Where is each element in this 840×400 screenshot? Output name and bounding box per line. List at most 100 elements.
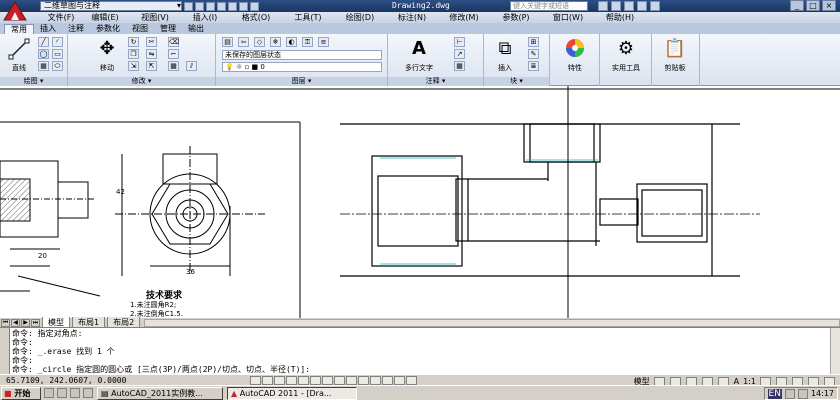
utilities-button[interactable]: ⚙ 实用工具: [606, 37, 646, 75]
move-button[interactable]: ✥ 移动: [90, 37, 124, 75]
ie-icon[interactable]: [57, 388, 67, 398]
line-button[interactable]: 直线: [2, 37, 36, 75]
plot-icon[interactable]: [250, 1, 259, 11]
tab-output[interactable]: 输出: [182, 24, 210, 34]
workspace-select[interactable]: 二维草图与注释 ▾: [40, 1, 182, 11]
layer-state-select[interactable]: 未保存的图层状态: [222, 50, 382, 60]
layer-lock-icon[interactable]: ⚿: [302, 37, 313, 47]
annotation-panel-title[interactable]: 注释 ▾: [388, 77, 483, 86]
close-icon[interactable]: ×: [822, 0, 836, 11]
tab-parametric[interactable]: 参数化: [90, 24, 126, 34]
next-layout-icon[interactable]: ▶: [21, 318, 30, 327]
layer-off-icon[interactable]: ◐: [286, 37, 297, 47]
maximize-icon[interactable]: □: [806, 0, 820, 11]
save-as-icon[interactable]: [217, 1, 226, 11]
trim-icon[interactable]: ✂: [146, 37, 157, 47]
drawing-canvas[interactable]: 20 42 36 技术要求 1.未注圆角R2; 2.未注倒角C1.5.: [0, 86, 840, 318]
layer-select[interactable]: 💡 ☼ ▫ ■ 0: [222, 62, 382, 72]
polyline-icon[interactable]: ╱: [38, 37, 49, 47]
layer-isolate-icon[interactable]: ◇: [254, 37, 265, 47]
menu-parametric[interactable]: 参数(P): [490, 12, 542, 23]
start-button[interactable]: ■ 开始: [1, 386, 41, 400]
tab-view[interactable]: 视图: [126, 24, 154, 34]
search-input[interactable]: 键入关键字或短语: [510, 1, 588, 11]
tab-annotate[interactable]: 注释: [62, 24, 90, 34]
volume-icon[interactable]: [784, 388, 795, 399]
tab-insert[interactable]: 插入: [34, 24, 62, 34]
clipboard-button[interactable]: 📋 剪贴板: [658, 37, 692, 75]
help-icon[interactable]: [650, 1, 660, 11]
media-player-icon[interactable]: [70, 388, 80, 398]
search-icon[interactable]: [598, 1, 608, 11]
layer-match-icon[interactable]: ≡: [318, 37, 329, 47]
communication-icon[interactable]: [624, 1, 634, 11]
block-panel-title[interactable]: 块 ▾: [484, 77, 549, 86]
insert-block-button[interactable]: ⧉ 插入: [488, 37, 522, 75]
erase-icon[interactable]: ⌫: [168, 37, 179, 47]
menu-modify[interactable]: 修改(M): [438, 12, 490, 23]
command-window-grip[interactable]: [0, 328, 10, 375]
command-input[interactable]: 命令: _circle 指定圆的圆心或 [三点(3P)/两点(2P)/切点、切点…: [12, 365, 827, 374]
favorites-icon[interactable]: [637, 1, 647, 11]
edit-attribute-icon[interactable]: ≣: [528, 61, 539, 71]
layer-properties-icon[interactable]: ▤: [222, 37, 233, 47]
snap-mode-icon[interactable]: [262, 375, 273, 385]
menu-tools[interactable]: 工具(T): [282, 12, 334, 23]
quick-properties-icon[interactable]: [394, 375, 405, 385]
transparency-icon[interactable]: [382, 375, 393, 385]
first-layout-icon[interactable]: ⏮: [1, 318, 10, 327]
menu-window[interactable]: 窗口(W): [542, 12, 594, 23]
mtext-button[interactable]: A 多行文字: [398, 37, 440, 75]
undo-icon[interactable]: [228, 1, 237, 11]
new-icon[interactable]: [184, 1, 193, 11]
last-layout-icon[interactable]: ⏭: [31, 318, 40, 327]
language-indicator[interactable]: EN: [767, 388, 782, 399]
rotate-icon[interactable]: ↻: [128, 37, 139, 47]
object-snap-tracking-icon[interactable]: [334, 375, 345, 385]
ellipse-icon[interactable]: ⬭: [52, 61, 63, 71]
menu-dimension[interactable]: 标注(N): [386, 12, 438, 23]
horizontal-scrollbar[interactable]: [144, 318, 840, 327]
tab-manage[interactable]: 管理: [154, 24, 182, 34]
properties-button[interactable]: 特性: [558, 37, 592, 75]
layers-panel-title[interactable]: 图层 ▾: [216, 77, 387, 86]
menu-help[interactable]: 帮助(H): [594, 12, 646, 23]
task-autocad-tutorial[interactable]: ▤ AutoCAD_2011实例教...: [97, 386, 223, 400]
dynamic-input-icon[interactable]: [358, 375, 369, 385]
scale-icon[interactable]: ⇱: [146, 61, 157, 71]
polar-tracking-icon[interactable]: [298, 375, 309, 385]
application-menu-button[interactable]: [2, 0, 28, 22]
explorer-icon[interactable]: [83, 388, 93, 398]
3d-object-snap-icon[interactable]: [322, 375, 333, 385]
object-snap-icon[interactable]: [310, 375, 321, 385]
menu-edit[interactable]: 编辑(E): [80, 12, 130, 23]
menu-draw[interactable]: 绘图(D): [334, 12, 386, 23]
copy-icon[interactable]: ❐: [128, 49, 139, 59]
subscription-icon[interactable]: [611, 1, 621, 11]
menu-format[interactable]: 格式(O): [230, 12, 282, 23]
command-scrollbar[interactable]: [830, 328, 840, 375]
network-icon[interactable]: [797, 388, 808, 399]
circle-icon[interactable]: ◯: [38, 49, 49, 59]
menu-file[interactable]: 文件(F): [42, 12, 80, 23]
grid-display-icon[interactable]: [274, 375, 285, 385]
linear-dimension-icon[interactable]: ⊢: [454, 37, 465, 47]
table-icon[interactable]: ▦: [454, 61, 465, 71]
selection-cycling-icon[interactable]: [406, 375, 417, 385]
redo-icon[interactable]: [239, 1, 248, 11]
draw-panel-title[interactable]: 绘图 ▾: [0, 77, 67, 86]
task-autocad-window[interactable]: ▲ AutoCAD 2011 - [Dra...: [227, 386, 357, 400]
prev-layout-icon[interactable]: ◀: [11, 318, 20, 327]
offset-icon[interactable]: ⫽: [186, 61, 197, 71]
fillet-icon[interactable]: ⌐: [168, 49, 179, 59]
layer-freeze-icon[interactable]: ❄: [270, 37, 281, 47]
open-icon[interactable]: [195, 1, 204, 11]
lineweight-icon[interactable]: [370, 375, 381, 385]
save-icon[interactable]: [206, 1, 215, 11]
arc-icon[interactable]: ◜: [52, 37, 63, 47]
stretch-icon[interactable]: ⇲: [128, 61, 139, 71]
edit-block-icon[interactable]: ✎: [528, 49, 539, 59]
infer-constraints-icon[interactable]: [250, 375, 261, 385]
show-desktop-icon[interactable]: [44, 388, 54, 398]
modify-panel-title[interactable]: 修改 ▾: [68, 77, 215, 86]
